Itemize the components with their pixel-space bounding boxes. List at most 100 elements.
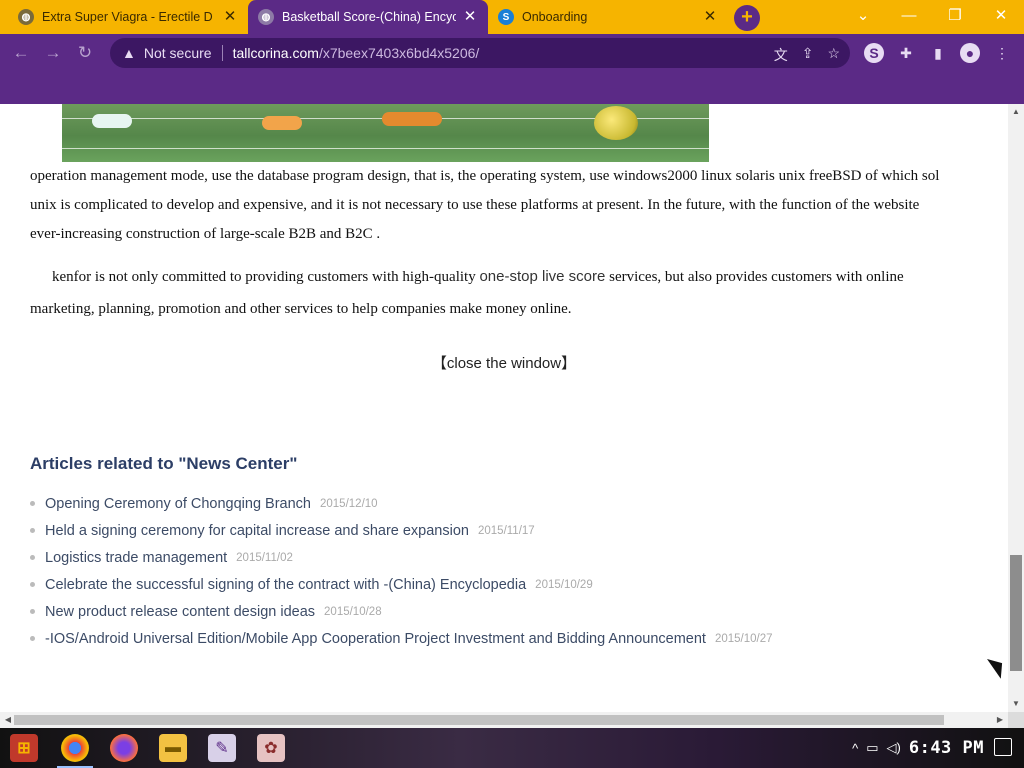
close-icon[interactable]: ✕ [462,9,478,25]
horizontal-scrollbar[interactable]: ◀ ▶ [0,712,1008,728]
scroll-left-icon[interactable]: ◀ [2,712,14,728]
url-host[interactable]: tallcorina.com [233,45,319,61]
close-window-link[interactable]: 【close the window】 [0,352,1008,373]
article-paragraph-line: ever-increasing construction of large-sc… [30,226,381,242]
article-date: 2015/12/10 [320,497,378,510]
puzzle-icon[interactable]: ✚ [896,43,916,63]
firefox-icon[interactable] [110,734,138,762]
tab-basketball-score[interactable]: ◍ Basketball Score-(China) Encyc ✕ [248,0,488,34]
bullet-icon [30,555,35,560]
article-hero-image [62,104,709,162]
related-article-link[interactable]: -IOS/Android Universal Edition/Mobile Ap… [45,631,706,647]
vertical-scrollbar[interactable]: ▲ ▼ [1008,104,1024,712]
bullet-icon [30,528,35,533]
star-icon[interactable]: ☆ [827,45,840,65]
article-date: 2015/10/29 [535,578,593,591]
field-line [62,148,709,149]
url-path[interactable]: /x7beex7403x6bd4x5206/ [319,45,479,61]
browser-window: ◍ Extra Super Viagra - Erectile D ✕ ◍ Ba… [0,0,1024,104]
minimize-icon[interactable]: — [886,0,932,34]
list-item: Logistics trade management 2015/11/02 [30,544,773,571]
file-explorer-icon[interactable]: ▬ [159,734,187,762]
page-content: operation management mode, use the datab… [0,104,1008,712]
list-item: Celebrate the successful signing of the … [30,571,773,598]
related-article-link[interactable]: Celebrate the successful signing of the … [45,577,526,593]
related-article-link[interactable]: New product release content design ideas [45,604,315,620]
chevron-up-icon[interactable]: ^ [852,741,858,756]
player-boot [382,112,442,126]
related-articles-title: Articles related to "News Center" [30,454,298,473]
close-window-icon[interactable]: ✕ [978,0,1024,34]
window-controls: ⌄ — ❐ ✕ [840,0,1024,34]
share-icon[interactable]: ⇪ [802,45,814,65]
list-item: -IOS/Android Universal Edition/Mobile Ap… [30,625,773,652]
article-paragraph-line: kenfor is not only committed to providin… [52,268,904,286]
article-date: 2015/10/28 [324,605,382,618]
side-panel-icon[interactable]: ▮ [928,43,948,63]
address-bar[interactable]: ▲ Not secure tallcorina.com /x7beex7403x… [110,38,850,68]
scrollbar-corner [1008,712,1024,728]
notification-icon[interactable] [994,738,1012,756]
football [594,106,638,140]
back-icon[interactable]: ← [10,42,32,64]
menu-kebab-icon[interactable]: ⋮ [992,43,1012,63]
scrollbar-thumb[interactable] [1010,555,1022,671]
player-boot [262,116,302,130]
divider [221,45,223,61]
paragraph-text: kenfor is not only committed to providin… [52,269,480,285]
volume-icon[interactable]: ◁) [887,740,901,756]
app-icon[interactable]: ✿ [257,734,285,762]
scroll-right-icon[interactable]: ▶ [994,712,1006,728]
tab-viagra[interactable]: ◍ Extra Super Viagra - Erectile D ✕ [8,0,248,34]
tab-strip: ◍ Extra Super Viagra - Erectile D ✕ ◍ Ba… [0,0,1024,34]
list-item: New product release content design ideas… [30,598,773,625]
chevron-down-icon[interactable]: ⌄ [840,0,886,34]
paint-icon[interactable]: ✎ [208,734,236,762]
windows-taskbar: ⊞ ▬ ✎ ✿ ^ ▭ ◁) 6:43 PM [0,728,1024,768]
related-article-link[interactable]: Opening Ceremony of Chongqing Branch [45,496,311,512]
start-icon[interactable]: ⊞ [10,734,38,762]
s-extension-icon[interactable]: S [864,43,884,63]
list-item: Opening Ceremony of Chongqing Branch 2015… [30,490,773,517]
forward-icon[interactable]: → [42,42,64,64]
reload-icon[interactable]: ↻ [74,42,96,64]
omnibox-actions: 文 ⇪ ☆ [774,45,840,65]
close-icon[interactable]: ✕ [702,9,718,25]
profile-avatar-icon[interactable]: ● [960,43,980,63]
list-item: Held a signing ceremony for capital incr… [30,517,773,544]
article-paragraph-line: operation management mode, use the datab… [30,168,940,184]
related-article-link[interactable]: Logistics trade management [45,550,227,566]
browser-toolbar: ← → ↻ ▲ Not secure tallcorina.com /x7bee… [0,34,1024,72]
bullet-icon [30,636,35,641]
bullet-icon [30,609,35,614]
restore-icon[interactable]: ❐ [932,0,978,34]
bullet-icon [30,582,35,587]
paragraph-text: services, but also provides customers wi… [605,269,904,285]
article-date: 2015/11/02 [236,551,293,564]
scrollbar-thumb[interactable] [14,715,944,725]
translate-icon[interactable]: 文 [774,45,788,65]
globe-icon: ◍ [18,9,34,25]
article-date: 2015/11/17 [477,524,535,537]
new-tab-button[interactable]: + [734,5,760,31]
tab-onboarding[interactable]: S Onboarding ✕ [488,0,728,34]
related-articles-list: Opening Ceremony of Chongqing Branch 2015… [30,490,773,652]
tab-title: Onboarding [522,10,588,24]
article-paragraph-line: unix is complicated to develop and expen… [30,197,920,213]
related-article-link[interactable]: Held a signing ceremony for capital incr… [45,523,469,539]
bullet-icon [30,501,35,506]
tab-title: Extra Super Viagra - Erectile D [42,10,213,24]
scroll-up-icon[interactable]: ▲ [1008,106,1024,118]
s-logo-icon: S [498,9,514,25]
system-tray: ^ ▭ ◁) 6:43 PM [852,728,984,768]
globe-icon: ◍ [258,9,274,25]
security-label[interactable]: Not secure [144,45,212,61]
scroll-down-icon[interactable]: ▼ [1008,698,1024,710]
chrome-icon[interactable] [61,734,89,762]
close-icon[interactable]: ✕ [222,9,238,25]
warning-icon[interactable]: ▲ [122,45,136,61]
clock[interactable]: 6:43 PM [909,738,984,758]
network-icon[interactable]: ▭ [866,740,878,756]
article-date: 2015/10/27 [714,632,773,645]
live-score-link[interactable]: one-stop live score [479,268,605,285]
